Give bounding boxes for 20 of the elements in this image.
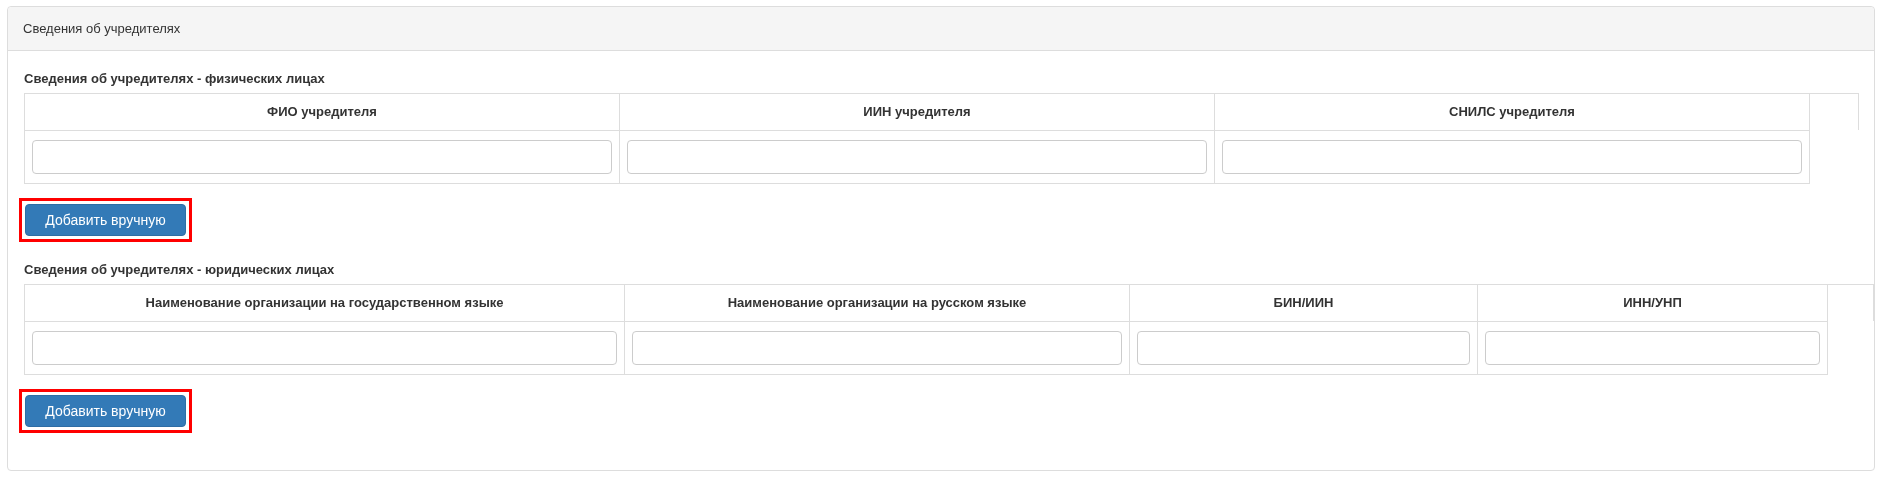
add-manually-button[interactable]: Добавить вручную — [25, 395, 186, 427]
header-filler-cell — [1810, 93, 1859, 130]
column-header: Наименование организации на русском языке — [624, 284, 1130, 322]
column-header: ИИН учредителя — [619, 93, 1215, 131]
text-input[interactable] — [32, 331, 617, 365]
text-input[interactable] — [1222, 140, 1802, 174]
column-header: ФИО учредителя — [24, 93, 620, 131]
text-input[interactable] — [627, 140, 1207, 174]
column-header: СНИЛС учредителя — [1214, 93, 1810, 131]
column-header: БИН/ИИН — [1129, 284, 1478, 322]
column-header: ИНН/УНП — [1477, 284, 1828, 322]
add-manually-button[interactable]: Добавить вручную — [25, 204, 186, 236]
panel-title: Сведения об учредителях — [23, 19, 181, 38]
text-input[interactable] — [32, 140, 612, 174]
text-input[interactable] — [1137, 331, 1470, 365]
text-input[interactable] — [1485, 331, 1820, 365]
section-title: Сведения об учредителях - физических лицах — [24, 71, 326, 87]
text-input[interactable] — [632, 331, 1122, 365]
section-title: Сведения об учредителях - юридических лицах — [24, 262, 336, 278]
column-header: Наименование организации на государственном языке — [24, 284, 625, 322]
